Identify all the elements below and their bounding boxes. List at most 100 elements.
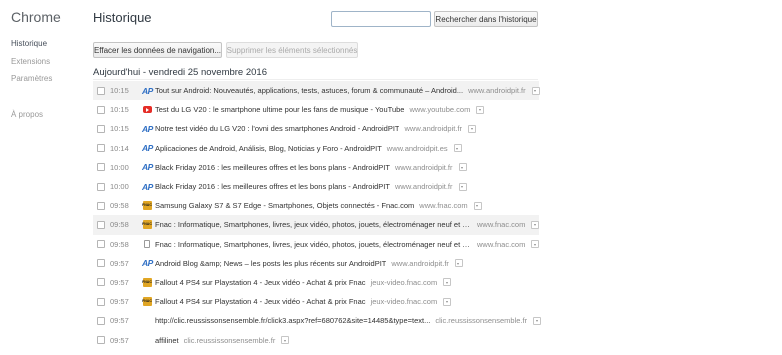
search-input[interactable] [331, 11, 431, 27]
entry-domain: clic.reussissonsensemble.fr [435, 316, 528, 326]
chevron-down-icon[interactable] [458, 163, 467, 172]
entry-time: 10:00 [110, 162, 129, 172]
entry-title[interactable]: Fallout 4 PS4 sur Playstation 4 - Jeux v… [155, 278, 366, 287]
chevron-down-icon[interactable] [531, 220, 540, 229]
chevron-down-icon[interactable] [443, 278, 452, 287]
history-entry[interactable]: 09:57 AP Android Blog &amp; News – les p… [93, 254, 543, 273]
chevron-down-icon[interactable] [454, 259, 463, 268]
history-entry[interactable]: 09:58 FNAC Fnac : Informatique, Smartpho… [93, 215, 540, 235]
entry-time: 09:57 [110, 258, 129, 268]
entry-checkbox[interactable] [97, 240, 105, 249]
entry-time: 10:00 [110, 182, 129, 192]
sidebar-item-about[interactable]: À propos [11, 110, 43, 119]
entry-domain: www.androidpit.fr [404, 124, 463, 134]
sidebar: Chrome Historique Extensions Paramètres … [0, 0, 88, 355]
entry-title[interactable]: http://clic.reussissonsensemble.fr/click… [155, 316, 430, 325]
entry-title[interactable]: Android Blog &amp; News – les posts les … [155, 259, 386, 268]
entry-checkbox[interactable] [97, 316, 105, 325]
chevron-down-icon[interactable] [533, 316, 542, 325]
youtube-icon [142, 106, 152, 114]
history-entry[interactable]: 10:15 AP Tout sur Android: Nouveautés, a… [93, 81, 540, 101]
clear-browsing-data-button[interactable]: Effacer les données de navigation... [93, 42, 222, 58]
entry-title[interactable]: Notre test vidéo du LG V20 : l'ovni des … [155, 124, 399, 133]
history-entry[interactable]: 10:00 AP Black Friday 2016 : les meilleu… [93, 177, 543, 196]
entry-checkbox[interactable] [97, 278, 105, 287]
entry-checkbox[interactable] [97, 105, 105, 114]
history-entry[interactable]: 09:57 affilinet clic.reussissonsensemble… [93, 330, 543, 349]
entry-domain: www.androidpit.es [386, 143, 448, 153]
chevron-down-icon[interactable] [443, 297, 452, 306]
entry-time: 09:57 [110, 316, 129, 326]
remove-selected-button[interactable]: Supprimer les éléments sélectionnés [226, 42, 358, 58]
entry-title[interactable]: Fallout 4 PS4 sur Playstation 4 - Jeux v… [155, 297, 366, 306]
entry-domain: www.androidpit.fr [468, 86, 526, 96]
entry-checkbox[interactable] [97, 124, 105, 133]
chevron-down-icon[interactable] [476, 105, 485, 114]
androidpit-icon: AP [142, 258, 153, 269]
entry-domain: www.youtube.com [409, 105, 471, 115]
entry-title[interactable]: Black Friday 2016 : les meilleures offre… [155, 182, 390, 191]
entry-time: 09:58 [110, 201, 129, 211]
fnac-icon: FNAC [142, 201, 152, 211]
entry-domain: www.fnac.com [477, 220, 526, 230]
history-entry[interactable]: 09:58 Fnac : Informatique, Smartphones, … [93, 235, 543, 254]
sidebar-item-settings[interactable]: Paramètres [11, 74, 52, 83]
page-icon [142, 240, 152, 249]
entry-time: 10:15 [110, 105, 129, 115]
search-history-button[interactable]: Rechercher dans l'historique [434, 11, 538, 27]
androidpit-icon: AP [142, 162, 153, 173]
androidpit-icon: AP [142, 143, 153, 154]
entry-title[interactable]: Fnac : Informatique, Smartphones, livres… [155, 220, 472, 229]
entry-title[interactable]: Aplicaciones de Android, Análisis, Blog,… [155, 144, 382, 153]
androidpit-icon: AP [142, 85, 153, 96]
entry-checkbox[interactable] [97, 182, 105, 191]
fnac-icon: FNAC [142, 297, 152, 307]
history-entry[interactable]: 09:58 FNAC Samsung Galaxy S7 & S7 Edge -… [93, 196, 543, 215]
entry-domain: www.androidpit.fr [391, 258, 449, 268]
entry-time: 10:15 [110, 124, 129, 134]
chevron-down-icon[interactable] [281, 336, 290, 345]
entry-domain: www.fnac.com [419, 201, 468, 211]
entry-domain: jeux-video.fnac.com [370, 297, 438, 307]
day-header: Aujourd'hui - vendredi 25 novembre 2016 [93, 67, 267, 78]
chevron-down-icon[interactable] [531, 86, 540, 95]
entry-checkbox[interactable] [97, 201, 105, 210]
entry-time: 10:14 [110, 143, 129, 153]
history-entry[interactable]: 09:57 FNAC Fallout 4 PS4 sur Playstation… [93, 292, 543, 311]
entry-title[interactable]: affilinet [155, 336, 179, 345]
history-list: 10:15 AP Tout sur Android: Nouveautés, a… [93, 81, 543, 350]
entry-checkbox[interactable] [97, 297, 105, 306]
entry-checkbox[interactable] [97, 220, 105, 229]
chevron-down-icon[interactable] [531, 240, 540, 249]
entry-checkbox[interactable] [97, 336, 105, 345]
history-entry[interactable]: 10:14 AP Aplicaciones de Android, Anális… [93, 139, 543, 158]
entry-time: 10:15 [110, 86, 129, 96]
blank-favicon-icon [142, 317, 152, 325]
sidebar-item-extensions[interactable]: Extensions [11, 57, 50, 66]
fnac-icon: FNAC [142, 277, 152, 287]
chevron-down-icon[interactable] [468, 124, 477, 133]
history-entry[interactable]: 10:15 Test du LG V20 : le smartphone ult… [93, 100, 543, 119]
entry-checkbox[interactable] [97, 163, 105, 172]
entry-title[interactable]: Test du LG V20 : le smartphone ultime po… [155, 105, 404, 114]
history-entry[interactable]: 09:57 http://clic.reussissonsensemble.fr… [93, 311, 543, 330]
entry-title[interactable]: Samsung Galaxy S7 & S7 Edge - Smartphone… [155, 201, 414, 210]
entry-title[interactable]: Fnac : Informatique, Smartphones, livres… [155, 240, 472, 249]
history-entry[interactable]: 09:57 FNAC Fallout 4 PS4 sur Playstation… [93, 273, 543, 292]
chevron-down-icon[interactable] [458, 182, 467, 191]
chevron-down-icon[interactable] [473, 201, 482, 210]
entry-time: 09:57 [110, 277, 129, 287]
entry-time: 09:57 [110, 335, 129, 345]
history-entry[interactable]: 10:15 AP Notre test vidéo du LG V20 : l'… [93, 119, 543, 138]
page-title: Historique [93, 10, 152, 25]
entry-title[interactable]: Tout sur Android: Nouveautés, applicatio… [155, 86, 463, 95]
entry-checkbox[interactable] [97, 86, 105, 95]
chevron-down-icon[interactable] [453, 144, 462, 153]
androidpit-icon: AP [142, 181, 153, 192]
sidebar-item-history[interactable]: Historique [11, 39, 47, 48]
entry-title[interactable]: Black Friday 2016 : les meilleures offre… [155, 163, 390, 172]
entry-checkbox[interactable] [97, 144, 105, 153]
entry-checkbox[interactable] [97, 259, 105, 268]
entry-domain: clic.reussissonsensemble.fr [183, 335, 276, 345]
history-entry[interactable]: 10:00 AP Black Friday 2016 : les meilleu… [93, 158, 543, 177]
